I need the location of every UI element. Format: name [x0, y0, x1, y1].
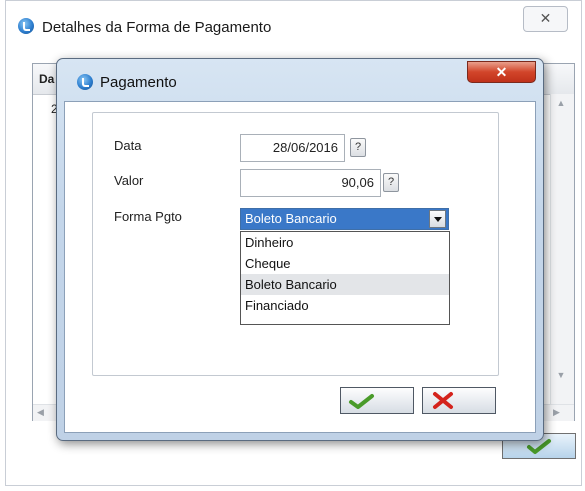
forma-pgto-selected-value: Boleto Bancario [245, 211, 337, 226]
forma-pgto-select[interactable]: Boleto Bancario [240, 208, 449, 230]
outer-close-button[interactable]: ✕ [523, 6, 568, 32]
dialog-close-button[interactable]: ✕ [467, 61, 536, 83]
dropdown-option[interactable]: Dinheiro [241, 232, 449, 253]
dropdown-option[interactable]: Cheque [241, 253, 449, 274]
forma-pgto-label: Forma Pgto [114, 209, 182, 224]
valor-help-button[interactable]: ? [383, 173, 399, 192]
app-logo-icon [77, 74, 93, 90]
date-value: 28/06/2016 [272, 140, 338, 155]
scroll-up-icon[interactable]: ▲ [553, 98, 569, 112]
x-icon [433, 392, 453, 409]
chevron-down-icon[interactable] [429, 210, 446, 228]
valor-field[interactable]: 90,06 [240, 169, 381, 197]
checkmark-icon [349, 394, 374, 409]
dialog-ok-button[interactable] [340, 387, 414, 414]
scroll-right-icon[interactable]: ▶ [553, 404, 567, 420]
dropdown-option[interactable]: Boleto Bancario [241, 274, 449, 295]
forma-pgto-dropdown[interactable]: Dinheiro Cheque Boleto Bancario Financia… [240, 231, 450, 325]
valor-value: 90,06 [341, 175, 374, 190]
grid-column-header[interactable]: Da [39, 72, 54, 86]
grid-vertical-scrollbar[interactable] [550, 94, 574, 404]
date-help-button[interactable]: ? [350, 138, 366, 157]
dialog-cancel-button[interactable] [422, 387, 496, 414]
dialog-client-area: Data 28/06/2016 ? Valor 90,06 ? Forma Pg… [64, 101, 536, 433]
valor-label: Valor [114, 173, 144, 188]
dialog-title: Pagamento [100, 74, 177, 91]
payment-form-panel: Data 28/06/2016 ? Valor 90,06 ? Forma Pg… [92, 112, 499, 376]
outer-window-title: Detalhes da Forma de Pagamento [42, 19, 272, 36]
scroll-left-icon[interactable]: ◀ [37, 404, 51, 420]
scroll-down-icon[interactable]: ▼ [553, 370, 569, 384]
payment-dialog: Pagamento ✕ Data 28/06/2016 ? Valor 90,0… [56, 58, 544, 441]
dropdown-option[interactable]: Financiado [241, 295, 449, 316]
app-logo-icon [18, 18, 34, 34]
data-label: Data [114, 138, 142, 153]
date-field[interactable]: 28/06/2016 [240, 134, 345, 162]
